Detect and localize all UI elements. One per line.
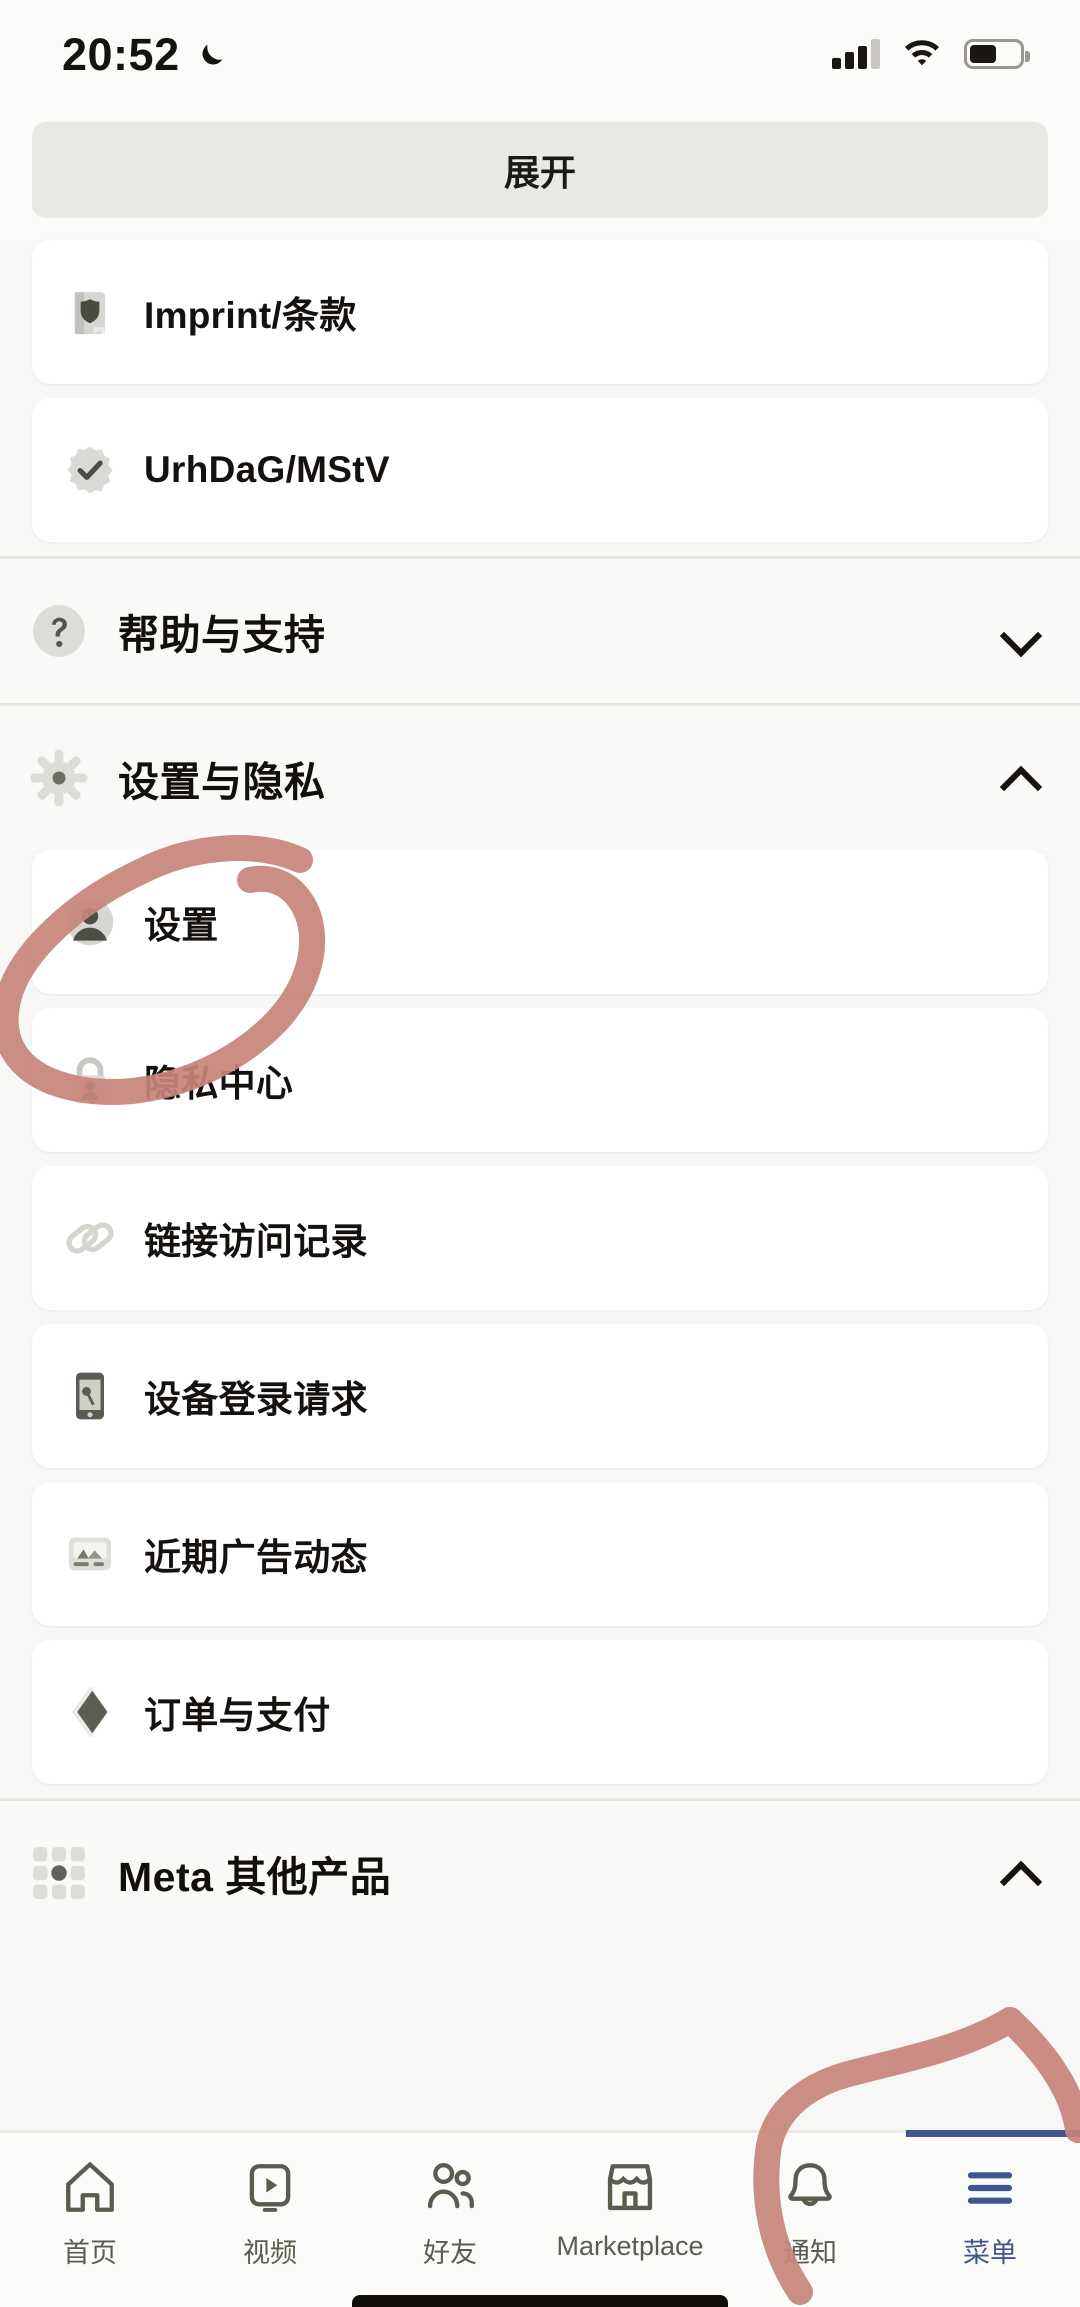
payment-card-icon [62, 1684, 118, 1740]
home-icon [61, 2159, 119, 2217]
menu-scroll-area[interactable]: 展开 Imprint/条款 UrhDaG/MStV 帮助与支持 设置与隐私 设置… [0, 108, 1080, 2307]
section-header-help-and-support[interactable]: 帮助与支持 [0, 559, 1080, 703]
list-item-urhdag-mstv[interactable]: UrhDaG/MStV [32, 398, 1048, 542]
nav-tab-label: 通知 [783, 2238, 837, 2268]
section-help-and-support: 帮助与支持 [0, 559, 1080, 703]
home-indicator-bar [352, 2295, 728, 2307]
nav-tab-label: 视频 [243, 2238, 297, 2268]
lock-person-icon [62, 1052, 118, 1108]
list-item-label: 设置 [144, 905, 219, 946]
chevron-down-icon[interactable] [1000, 611, 1040, 651]
section-title: 帮助与支持 [118, 612, 326, 658]
list-item-label: 链接访问记录 [144, 1221, 368, 1262]
wifi-icon [902, 35, 942, 73]
list-item-privacy-center[interactable]: 隐私中心 [32, 1008, 1048, 1152]
list-item-label: 近期广告动态 [144, 1537, 368, 1578]
section-header-meta-other-products[interactable]: Meta 其他产品 [0, 1801, 1080, 1945]
status-clock: 20:52 [62, 28, 180, 80]
crescent-moon-icon [194, 39, 228, 73]
status-bar-right [832, 35, 1030, 73]
list-item-link-history[interactable]: 链接访问记录 [32, 1166, 1048, 1310]
list-item-label: 隐私中心 [144, 1063, 294, 1104]
grid-apps-icon [28, 1842, 90, 1904]
expand-button[interactable]: 展开 [32, 122, 1048, 218]
section-header-settings-and-privacy[interactable]: 设置与隐私 [0, 706, 1080, 850]
settings-card-list: 设置 隐私中心 链接访问记录 设备登录请求 近期广告动态 订单与支付 [0, 850, 1080, 1784]
list-item-orders-and-payments[interactable]: 订单与支付 [32, 1640, 1048, 1784]
expand-button-wrap: 展开 [0, 108, 1080, 240]
section-settings-and-privacy: 设置与隐私 设置 隐私中心 链接访问记录 设备登录请求 近期广告动态 订单与支付 [0, 706, 1080, 1784]
chevron-up-icon[interactable] [1000, 1853, 1040, 1893]
ad-image-icon [62, 1526, 118, 1582]
video-play-icon [241, 2159, 299, 2217]
section-title: 设置与隐私 [118, 759, 326, 805]
imprint-shield-icon [62, 284, 118, 340]
section-title: Meta 其他产品 [118, 1854, 392, 1900]
cellular-signal-icon [832, 39, 880, 69]
hamburger-menu-icon [961, 2159, 1019, 2217]
nav-tab-label: 菜单 [963, 2238, 1017, 2268]
nav-tab-menu[interactable]: 菜单 [900, 2130, 1080, 2307]
person-avatar-icon [62, 894, 118, 950]
legal-section: Imprint/条款 UrhDaG/MStV [0, 240, 1080, 542]
battery-icon [964, 39, 1030, 69]
nav-tab-home[interactable]: 首页 [0, 2133, 180, 2307]
list-item-label: 订单与支付 [144, 1695, 331, 1736]
chain-link-icon [62, 1210, 118, 1266]
status-bar: 20:52 [0, 0, 1080, 108]
status-bar-left: 20:52 [62, 32, 228, 77]
marketplace-store-icon [601, 2159, 659, 2217]
nav-tab-notifications[interactable]: 通知 [720, 2133, 900, 2307]
list-item-recent-ad-activity[interactable]: 近期广告动态 [32, 1482, 1048, 1626]
bottom-navigation-bar: 首页 视频 好友 Marketplace 通知 菜单 [0, 2130, 1080, 2307]
nav-tab-label: 好友 [423, 2238, 477, 2268]
nav-tab-video[interactable]: 视频 [180, 2133, 360, 2307]
section-meta-other-products: Meta 其他产品 [0, 1801, 1080, 1945]
legal-card-list: Imprint/条款 UrhDaG/MStV [0, 240, 1080, 542]
list-item-settings[interactable]: 设置 [32, 850, 1048, 994]
phone-screen: 20:52 展开 Imprint/条款 UrhDaG/MStV 帮助与支持 设置… [0, 0, 1080, 2307]
phone-key-icon [62, 1368, 118, 1424]
nav-tab-label: Marketplace [556, 2231, 704, 2261]
list-item-imprint[interactable]: Imprint/条款 [32, 240, 1048, 384]
chevron-up-icon[interactable] [1000, 758, 1040, 798]
question-mark-circle-icon [28, 600, 90, 662]
friends-icon [421, 2159, 479, 2217]
nav-tab-marketplace[interactable]: Marketplace [540, 2133, 720, 2307]
list-item-label: 设备登录请求 [144, 1379, 368, 1420]
battery-fill [970, 45, 997, 63]
verified-badge-icon [62, 442, 118, 498]
list-item-label: Imprint/条款 [144, 295, 357, 336]
list-item-label: UrhDaG/MStV [144, 449, 390, 490]
nav-tab-label: 首页 [63, 2238, 117, 2268]
bell-notification-icon [781, 2159, 839, 2217]
list-item-device-login-requests[interactable]: 设备登录请求 [32, 1324, 1048, 1468]
gear-icon [28, 747, 90, 809]
nav-tab-friends[interactable]: 好友 [360, 2133, 540, 2307]
